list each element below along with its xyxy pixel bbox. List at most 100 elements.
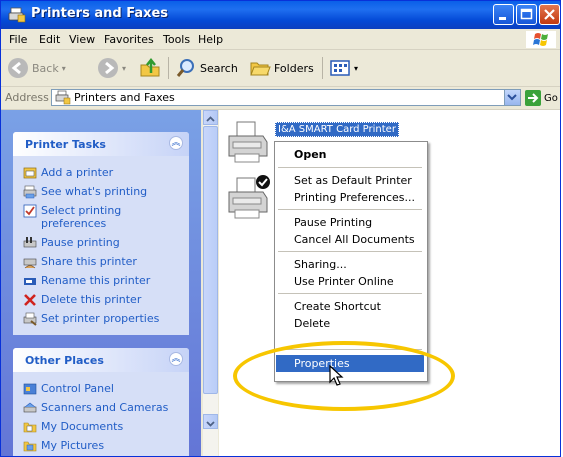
menu-file[interactable]: File (9, 33, 27, 46)
address-bar: Address Printers and Faxes Go (1, 87, 560, 110)
up-folder-button[interactable] (139, 57, 161, 79)
address-dropdown-button[interactable] (504, 90, 520, 105)
chevron-down-icon (206, 421, 215, 427)
task-label: Add a printer (41, 166, 114, 179)
printer-queue-icon (23, 185, 37, 199)
menu-bar: File Edit View Favorites Tools Help (1, 29, 560, 50)
menu-edit[interactable]: Edit (39, 33, 60, 46)
views-button[interactable]: ▾ (329, 57, 358, 79)
task-label: Set printer properties (41, 312, 160, 325)
menu-separator (278, 251, 422, 252)
scroll-up-button[interactable] (203, 110, 218, 125)
menu-item-printing-preferences[interactable]: Printing Preferences... (276, 189, 424, 206)
scroll-thumb[interactable] (203, 126, 218, 394)
collapse-icon[interactable]: ︽ (169, 352, 183, 366)
other-places-panel: Other Places ︽ Control Panel Scanners an… (13, 348, 189, 456)
menu-item-open[interactable]: Open (276, 146, 424, 163)
menu-item-use-online[interactable]: Use Printer Online (276, 273, 424, 290)
title-bar[interactable]: Printers and Faxes (1, 1, 560, 29)
printer-name-label[interactable]: I&A SMART Card Printer (275, 122, 399, 137)
address-value: Printers and Faxes (74, 91, 175, 104)
task-see-printing[interactable]: See what's printing (13, 185, 189, 199)
maximize-icon (520, 8, 533, 20)
place-my-documents[interactable]: My Documents (13, 420, 189, 433)
task-delete-printer[interactable]: Delete this printer (13, 293, 189, 306)
default-printer-icon (228, 175, 270, 219)
task-pause-printing[interactable]: Pause printing (13, 236, 189, 249)
maximize-button[interactable] (516, 4, 537, 25)
task-add-printer[interactable]: Add a printer (13, 166, 189, 179)
preferences-icon (23, 204, 37, 218)
task-printer-properties[interactable]: Set printer properties (13, 312, 189, 326)
menu-item-set-default[interactable]: Set as Default Printer (276, 172, 424, 189)
chevron-down-icon (507, 94, 517, 101)
folders-button[interactable]: Folders (249, 57, 314, 79)
forward-arrow-icon (98, 58, 118, 78)
place-label: My Documents (41, 420, 124, 433)
go-label: Go (544, 92, 558, 104)
other-places-header[interactable]: Other Places ︽ (13, 348, 189, 372)
menu-view[interactable]: View (69, 33, 95, 46)
place-scanners-cameras[interactable]: Scanners and Cameras (13, 401, 189, 414)
menu-item-create-shortcut[interactable]: Create Shortcut (276, 298, 424, 315)
explorer-window: Printers and Faxes File Edit View Favori… (0, 0, 561, 457)
rename-icon (24, 278, 36, 285)
printer-tasks-title: Printer Tasks (25, 138, 106, 151)
minimize-icon (499, 17, 506, 20)
window-title: Printers and Faxes (31, 6, 169, 21)
menu-item-sharing[interactable]: Sharing... (276, 256, 424, 273)
up-folder-icon (140, 57, 160, 77)
menu-tools[interactable]: Tools (163, 33, 190, 46)
place-control-panel[interactable]: Control Panel (13, 382, 189, 395)
task-label: Share this printer (41, 255, 137, 268)
menu-item-cancel-all[interactable]: Cancel All Documents (276, 231, 424, 248)
toolbar: Back ▾ ▾ Search Folders ▾ (1, 50, 560, 87)
place-label: My Pictures (41, 439, 105, 452)
address-field[interactable]: Printers and Faxes (51, 89, 521, 106)
task-rename-printer[interactable]: Rename this printer (13, 274, 189, 287)
go-button[interactable]: Go (525, 90, 558, 106)
pause-printer-icon (23, 237, 37, 248)
other-places-title: Other Places (25, 354, 104, 367)
task-label: Delete this printer (41, 293, 142, 306)
menu-separator (278, 167, 422, 168)
menu-separator (278, 209, 422, 210)
search-label: Search (200, 61, 238, 75)
folder-icon (23, 422, 37, 433)
task-pane: Printer Tasks ︽ Add a printer See what's… (1, 110, 201, 456)
printer-properties-icon (23, 312, 37, 326)
back-arrow-icon (8, 58, 28, 78)
menu-item-pause-printing[interactable]: Pause Printing (276, 214, 424, 231)
pictures-folder-icon (23, 441, 37, 452)
forward-dropdown-icon[interactable]: ▾ (122, 64, 126, 73)
task-label: Select printing preferences (41, 204, 122, 230)
menu-item-delete[interactable]: Delete (276, 315, 424, 332)
views-icon (330, 60, 350, 76)
views-dropdown-icon[interactable]: ▾ (354, 64, 358, 73)
printer-tasks-panel: Printer Tasks ︽ Add a printer See what's… (13, 132, 189, 335)
delete-x-icon (24, 294, 36, 306)
task-share-printer[interactable]: Share this printer (13, 255, 189, 269)
search-button[interactable]: Search (175, 57, 238, 79)
printer-item-default[interactable] (225, 172, 275, 224)
task-printing-preferences[interactable]: Select printing preferences (13, 204, 189, 230)
place-my-pictures[interactable]: My Pictures (13, 439, 189, 452)
toolbar-separator (322, 57, 323, 79)
back-button[interactable]: Back ▾ (7, 57, 66, 79)
go-arrow-icon (525, 90, 541, 106)
back-dropdown-icon[interactable]: ▾ (62, 64, 66, 73)
task-label: Rename this printer (41, 274, 151, 287)
address-label: Address (5, 91, 49, 104)
printer-item-smart-card[interactable] (225, 118, 271, 168)
minimize-button[interactable] (493, 4, 514, 25)
menu-favorites[interactable]: Favorites (104, 33, 154, 46)
printer-tasks-header[interactable]: Printer Tasks ︽ (13, 132, 189, 156)
folders-label: Folders (274, 61, 314, 75)
menu-help[interactable]: Help (198, 33, 223, 46)
scroll-down-button[interactable] (203, 414, 218, 429)
task-label: Pause printing (41, 236, 120, 249)
collapse-icon[interactable]: ︽ (169, 136, 183, 150)
vertical-scrollbar[interactable] (203, 110, 218, 456)
forward-button[interactable]: ▾ (97, 57, 126, 79)
close-button[interactable] (539, 4, 560, 25)
